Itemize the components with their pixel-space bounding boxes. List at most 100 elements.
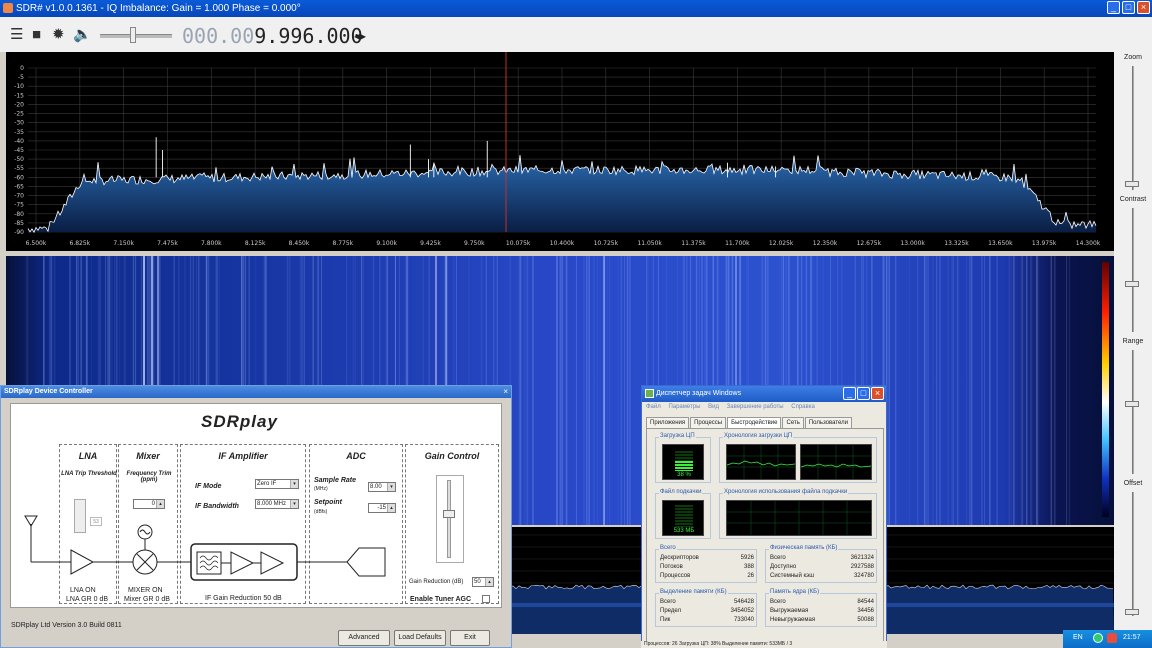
frequency-trim-value: 0 xyxy=(151,501,155,507)
volume-slider[interactable] xyxy=(100,27,172,43)
setpoint-value: -15 xyxy=(377,505,386,511)
kernel-memory-row: Выгружаемая 34456 xyxy=(770,608,874,614)
commit-charge-row: Предел 3454052 xyxy=(660,608,754,614)
commit-charge-row-name: Пик xyxy=(660,617,671,623)
load-defaults-button[interactable]: Load Defaults xyxy=(394,630,446,646)
tab-applications[interactable]: Приложения xyxy=(646,417,690,428)
exit-button[interactable]: Exit xyxy=(450,630,490,646)
totals-label: Всего xyxy=(659,545,677,551)
frequency-display[interactable]: 000.009.996.000 xyxy=(182,25,363,47)
waterfall-color-scale xyxy=(1102,262,1109,517)
cpu-usage-label: Загрузка ЦП xyxy=(659,433,696,439)
lna-gain-reduction: LNA GR 0 dB xyxy=(66,596,109,603)
dialog-content: SDRplay LNA LNA Trip Threshold 53 LNA ON… xyxy=(10,403,502,608)
totals-row-name: Потоков xyxy=(660,564,683,570)
system-tray: EN 21:57 xyxy=(1063,630,1152,648)
mixer-icon xyxy=(132,524,158,575)
task-manager-tabs: Приложения Процессы Быстродействие Сеть … xyxy=(646,417,853,428)
if-gain-reduction: IF Gain Reduction 50 dB xyxy=(205,595,282,602)
tm-minimize-button[interactable]: _ xyxy=(843,387,856,400)
menu-item-view[interactable]: Вид xyxy=(708,404,719,410)
tray-alert-icon[interactable] xyxy=(1107,633,1117,643)
menu-item-help[interactable]: Справка xyxy=(791,404,815,410)
commit-charge-row-name: Предел xyxy=(660,608,681,614)
maximize-button[interactable]: □ xyxy=(1122,1,1135,14)
contrast-slider[interactable] xyxy=(1132,208,1134,332)
chevron-down-icon[interactable]: ▾ xyxy=(290,480,298,488)
page-file-value: 533 МБ xyxy=(673,528,695,534)
tab-users[interactable]: Пользователи xyxy=(804,417,853,428)
dialog-close-icon[interactable]: × xyxy=(503,386,508,398)
commit-charge-row-value: 3454052 xyxy=(730,608,754,614)
advanced-button[interactable]: Advanced xyxy=(338,630,390,646)
x-tick-label: 12.675k xyxy=(857,240,882,247)
sample-rate-select[interactable]: 8.00 ▾ xyxy=(368,482,396,492)
app-icon xyxy=(3,3,13,13)
stop-icon[interactable]: ■ xyxy=(32,27,41,42)
offset-slider-thumb[interactable] xyxy=(1125,609,1139,615)
tm-maximize-button[interactable]: □ xyxy=(857,387,870,400)
totals-row-value: 26 xyxy=(747,573,754,579)
cpu-history-group: Хронология загрузки ЦП xyxy=(719,433,877,483)
kernel-memory-row-value: 34456 xyxy=(857,608,874,614)
tab-performance[interactable]: Быстродействие xyxy=(727,417,782,428)
gear-icon[interactable]: ✹ xyxy=(52,27,65,42)
frequency-leading-digits: 000.00 xyxy=(182,24,255,48)
spinner-icon[interactable]: ▴ xyxy=(387,504,395,512)
frequency-trim-input[interactable]: 0 ▴ xyxy=(133,499,165,509)
zoom-slider-thumb[interactable] xyxy=(1125,181,1139,187)
zoom-slider[interactable] xyxy=(1132,66,1134,190)
cpu-usage-group: Загрузка ЦП 38 % xyxy=(655,433,711,483)
physical-memory-label: Физическая память (КБ) xyxy=(769,545,839,551)
minimize-button[interactable]: _ xyxy=(1107,1,1120,14)
y-tick-label: -60 xyxy=(14,174,24,181)
x-tick-label: 8.450k xyxy=(289,240,310,247)
x-tick-label: 6.825k xyxy=(70,240,91,247)
frequency-trim-label: Frequency Trim (ppm) xyxy=(126,471,172,483)
kernel-memory-row-name: Всего xyxy=(770,599,786,605)
menu-item-shutdown[interactable]: Завершение работы xyxy=(727,404,784,410)
menu-item-options[interactable]: Параметры xyxy=(668,404,700,410)
cpu-history-label: Хронология загрузки ЦП xyxy=(723,433,794,439)
kernel-memory-row-value: 84544 xyxy=(857,599,874,605)
tm-close-button[interactable]: × xyxy=(871,387,884,400)
clock[interactable]: 21:57 xyxy=(1123,634,1141,641)
frequency-step-arrows-icon[interactable]: ◂▸ xyxy=(354,29,366,43)
speaker-icon[interactable]: 🔈 xyxy=(73,27,92,42)
y-tick-label: -30 xyxy=(14,120,24,127)
chevron-down-icon[interactable]: ▾ xyxy=(290,500,298,508)
y-tick-label: -80 xyxy=(14,211,24,218)
x-tick-label: 7.150k xyxy=(113,240,134,247)
performance-panel: Загрузка ЦП 38 % Хронология загрузки ЦП … xyxy=(646,428,884,646)
spectrum-analyzer[interactable]: 0 -5 -10 -15 -20 -25 -30 -35 -40 -45 -50 -55 -60 -65 -… xyxy=(6,52,1114,251)
kernel-memory-label: Память ядра (КБ) xyxy=(769,589,821,595)
y-tick-label: -70 xyxy=(14,193,24,200)
page-file-label: Файл подкачки xyxy=(659,489,703,495)
tab-network[interactable]: Сеть xyxy=(782,417,804,428)
enable-agc-checkbox[interactable] xyxy=(482,595,490,603)
if-mode-select[interactable]: Zero IF ▾ xyxy=(255,479,299,489)
range-slider-thumb[interactable] xyxy=(1125,401,1139,407)
close-button[interactable]: × xyxy=(1137,1,1150,14)
tab-processes[interactable]: Процессы xyxy=(690,417,727,428)
sample-rate-value: 8.00 xyxy=(370,484,382,490)
physical-memory-row-value: 324780 xyxy=(853,573,874,579)
menu-item-file[interactable]: Файл xyxy=(646,404,661,410)
if-chain-icon xyxy=(190,543,298,581)
language-indicator[interactable]: EN xyxy=(1073,634,1083,641)
volume-slider-thumb[interactable] xyxy=(130,27,136,43)
task-manager-window: Диспетчер задач Windows _ □ × Файл Парам… xyxy=(641,385,887,648)
page-file-meter-bars xyxy=(675,505,693,527)
if-bandwidth-select[interactable]: 8.000 MHz ▾ xyxy=(255,499,299,509)
x-tick-label: 13.650k xyxy=(988,240,1013,247)
setpoint-input[interactable]: -15 ▴ xyxy=(368,503,396,513)
offset-slider[interactable] xyxy=(1132,492,1134,616)
range-slider[interactable] xyxy=(1132,350,1134,474)
spinner-icon[interactable]: ▴ xyxy=(156,500,164,508)
contrast-slider-thumb[interactable] xyxy=(1125,281,1139,287)
menu-icon[interactable]: ☰ xyxy=(10,27,23,42)
commit-charge-label: Выделение памяти (КБ) xyxy=(659,589,728,595)
chevron-down-icon[interactable]: ▾ xyxy=(387,483,395,491)
sdrplay-device-controller: SDRplay Device Controller × SDRplay LNA … xyxy=(0,385,512,648)
tray-app-icon[interactable] xyxy=(1093,633,1103,643)
